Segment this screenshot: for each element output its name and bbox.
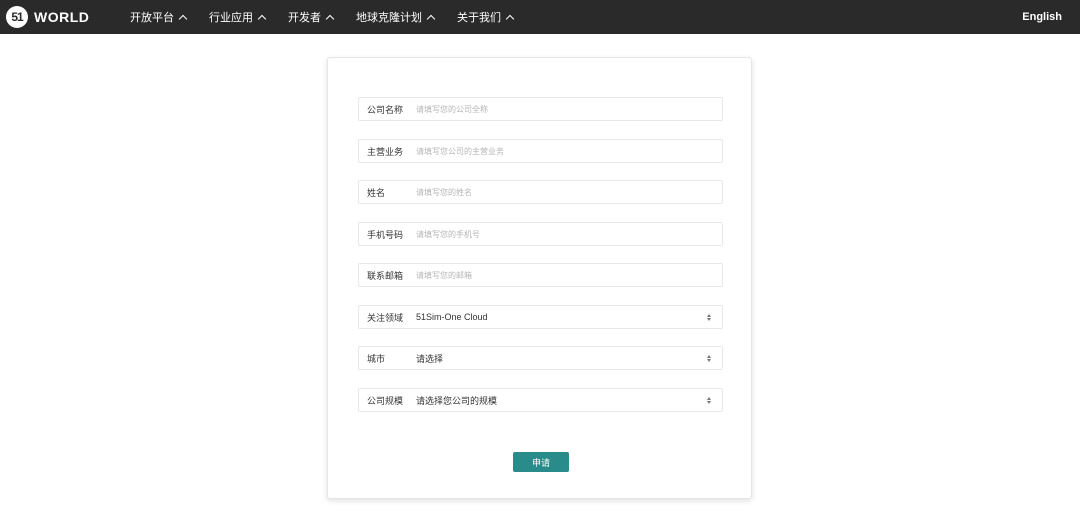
logo-text: WORLD	[34, 9, 90, 25]
nav-item-label: 开发者	[288, 12, 321, 24]
chevron-up-icon	[257, 14, 267, 23]
phone-input[interactable]	[416, 223, 722, 245]
nav-item-developers[interactable]: 开发者	[288, 9, 335, 25]
submit-button[interactable]: 申请	[513, 452, 569, 472]
select-arrows-icon	[702, 396, 716, 404]
city-select[interactable]: 城市 请选择	[358, 346, 723, 370]
select-arrows-icon	[702, 313, 716, 321]
main-nav: 开放平台 行业应用 开发者 地球克隆计划 关于我们	[130, 0, 536, 34]
logo-mark: 51	[6, 6, 28, 28]
company-size-select[interactable]: 公司规模 请选择您公司的规模	[358, 388, 723, 412]
select-value: 请选择	[416, 353, 444, 364]
nav-item-about-us[interactable]: 关于我们	[457, 9, 515, 25]
select-value: 请选择您公司的规模	[416, 395, 498, 406]
nav-item-open-platform[interactable]: 开放平台	[130, 9, 188, 25]
field-label: 姓名	[367, 187, 386, 198]
nav-item-label: 行业应用	[209, 12, 253, 24]
nav-item-label: 开放平台	[130, 12, 174, 24]
field-label: 城市	[367, 353, 386, 364]
nav-item-industry-apps[interactable]: 行业应用	[209, 9, 267, 25]
nav-item-label: 关于我们	[457, 12, 501, 24]
select-arrows-icon	[702, 354, 716, 362]
chevron-up-icon	[505, 14, 515, 23]
logo[interactable]: 51 WORLD	[6, 6, 89, 28]
phone-field: 手机号码	[358, 222, 723, 246]
language-switch[interactable]: English	[1022, 0, 1062, 34]
top-navbar: 51 WORLD 开放平台 行业应用 开发者 地球克隆计划 关于我们 Engli…	[0, 0, 1080, 34]
main-business-input[interactable]	[416, 140, 722, 162]
field-label: 公司名称	[367, 104, 404, 115]
field-label: 手机号码	[367, 229, 404, 240]
company-name-input[interactable]	[416, 98, 722, 120]
company-name-field: 公司名称	[358, 97, 723, 121]
email-input[interactable]	[416, 264, 722, 286]
focus-area-select[interactable]: 关注领域 51Sim-One Cloud	[358, 305, 723, 329]
name-input[interactable]	[416, 181, 722, 203]
nav-item-earth-clone[interactable]: 地球克隆计划	[356, 9, 436, 25]
name-field: 姓名	[358, 180, 723, 204]
field-label: 联系邮箱	[367, 270, 404, 281]
chevron-up-icon	[426, 14, 436, 23]
main-business-field: 主营业务	[358, 139, 723, 163]
select-value: 51Sim-One Cloud	[416, 312, 488, 322]
chevron-up-icon	[178, 14, 188, 23]
field-label: 公司规模	[367, 395, 404, 406]
email-field: 联系邮箱	[358, 263, 723, 287]
application-form-card: 公司名称 主营业务 姓名 手机号码 联系邮箱 关注领域 51Sim-One Cl…	[327, 57, 752, 499]
field-label: 关注领域	[367, 312, 404, 323]
field-label: 主营业务	[367, 146, 404, 157]
nav-item-label: 地球克隆计划	[356, 12, 422, 24]
chevron-up-icon	[325, 14, 335, 23]
